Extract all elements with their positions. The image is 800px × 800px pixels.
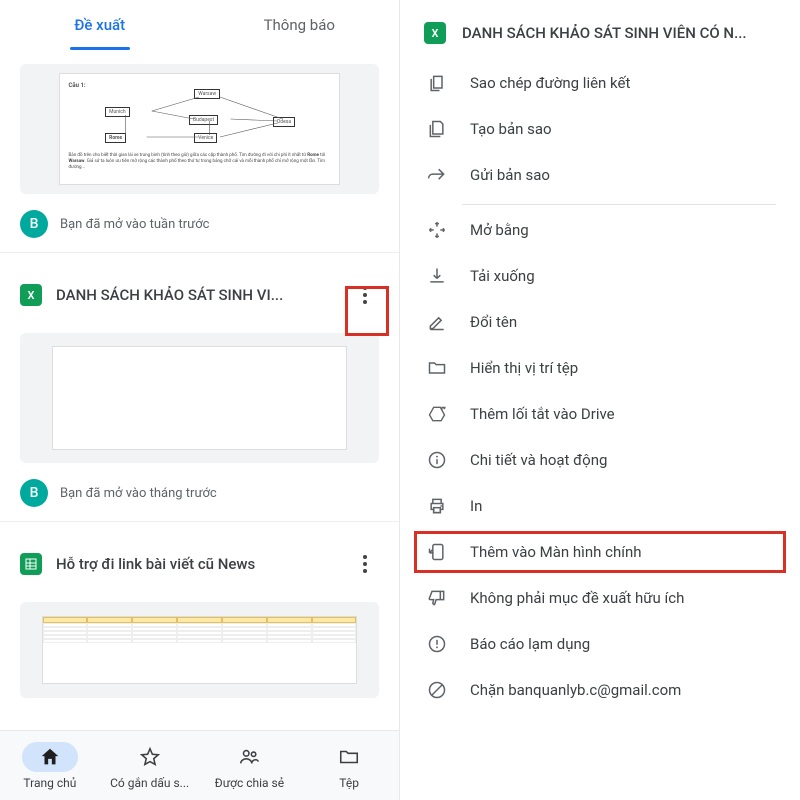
- menu-label: Báo cáo lạm dụng: [470, 635, 590, 653]
- file-meta: Bạn đã mở vào tháng trước: [60, 486, 217, 501]
- pencil-icon: [426, 311, 448, 333]
- left-panel: Đề xuất Thông báo Câu 1: Warsaw Munich B…: [0, 0, 400, 800]
- menu-label: In: [470, 497, 482, 515]
- menu-label: Không phải mục đề xuất hữu ích: [470, 589, 684, 607]
- excel-icon: X: [20, 284, 42, 306]
- home-icon: [39, 746, 61, 768]
- drive-shortcut-icon: [426, 403, 448, 425]
- file-preview: [20, 333, 379, 463]
- copy-link-icon: [426, 72, 448, 94]
- info-icon: [426, 449, 448, 471]
- tab-suggested[interactable]: Đề xuất: [0, 0, 200, 50]
- file-title: Hỗ trợ đi link bài viết cũ News: [56, 555, 337, 573]
- nav-home[interactable]: Trang chủ: [0, 742, 100, 790]
- folder-icon: [338, 746, 360, 768]
- add-homescreen-icon: [426, 541, 448, 563]
- sheets-icon: [20, 553, 42, 575]
- menu-label: Tạo bản sao: [470, 120, 552, 138]
- avatar: B: [20, 479, 48, 507]
- menu-add-drive-shortcut[interactable]: Thêm lối tắt vào Drive: [400, 391, 800, 437]
- menu-not-helpful[interactable]: Không phải mục đề xuất hữu ích: [400, 575, 800, 621]
- bottom-nav: Trang chủ Có gắn dấu s... Được chia sẻ T…: [0, 730, 399, 800]
- menu-block-user[interactable]: Chặn banquanlyb.c@gmail.com: [400, 667, 800, 713]
- menu-label: Tải xuống: [470, 267, 535, 285]
- file-preview: [20, 602, 379, 698]
- nav-shared[interactable]: Được chia sẻ: [200, 742, 300, 790]
- menu-label: Sao chép đường liên kết: [470, 74, 630, 92]
- menu-label: Thêm lối tắt vào Drive: [470, 405, 615, 423]
- print-icon: [426, 495, 448, 517]
- menu-send-copy[interactable]: Gửi bản sao: [400, 152, 800, 198]
- menu-label: Chặn banquanlyb.c@gmail.com: [470, 681, 681, 699]
- nav-label: Tệp: [339, 776, 359, 790]
- thumb-down-icon: [426, 587, 448, 609]
- top-tabs: Đề xuất Thông báo: [0, 0, 399, 50]
- menu-add-to-homescreen[interactable]: Thêm vào Màn hình chính: [400, 529, 800, 575]
- context-header: X DANH SÁCH KHẢO SÁT SINH VIÊN CÓ N...: [400, 0, 800, 60]
- menu-label: Hiển thị vị trí tệp: [470, 359, 578, 377]
- menu-copy-link[interactable]: Sao chép đường liên kết: [400, 60, 800, 106]
- nav-files[interactable]: Tệp: [299, 742, 399, 790]
- menu-label: Thêm vào Màn hình chính: [470, 543, 642, 561]
- download-icon: [426, 265, 448, 287]
- file-card[interactable]: Hỗ trợ đi link bài viết cũ News: [0, 522, 399, 716]
- menu-open-with[interactable]: Mở bằng: [400, 207, 800, 253]
- menu-show-location[interactable]: Hiển thị vị trí tệp: [400, 345, 800, 391]
- menu-rename[interactable]: Đổi tên: [400, 299, 800, 345]
- file-list: Câu 1: Warsaw Munich Budapest Odesa Rome…: [0, 50, 399, 800]
- nav-label: Có gắn dấu s...: [110, 776, 189, 790]
- menu-details[interactable]: Chi tiết và hoạt động: [400, 437, 800, 483]
- file-meta: Bạn đã mở vào tuần trước: [60, 217, 209, 232]
- file-card[interactable]: X DANH SÁCH KHẢO SÁT SINH VI... B Bạn đã…: [0, 253, 399, 522]
- nav-label: Được chia sẻ: [215, 776, 284, 790]
- menu-report-abuse[interactable]: Báo cáo lạm dụng: [400, 621, 800, 667]
- menu-make-copy[interactable]: Tạo bản sao: [400, 106, 800, 152]
- menu-print[interactable]: In: [400, 483, 800, 529]
- context-title: DANH SÁCH KHẢO SÁT SINH VIÊN CÓ N...: [462, 24, 747, 42]
- file-card[interactable]: Câu 1: Warsaw Munich Budapest Odesa Rome…: [0, 64, 399, 253]
- open-with-icon: [426, 219, 448, 241]
- separator: [462, 204, 776, 205]
- avatar: B: [20, 210, 48, 238]
- forward-icon: [426, 164, 448, 186]
- nav-label: Trang chủ: [23, 776, 76, 790]
- tab-notifications[interactable]: Thông báo: [200, 0, 400, 50]
- menu-label: Chi tiết và hoạt động: [470, 451, 607, 469]
- warning-icon: [426, 633, 448, 655]
- excel-icon: X: [424, 22, 446, 44]
- folder-icon: [426, 357, 448, 379]
- nav-starred[interactable]: Có gắn dấu s...: [100, 742, 200, 790]
- star-icon: [139, 746, 161, 768]
- copy-icon: [426, 118, 448, 140]
- people-icon: [237, 746, 261, 768]
- menu-label: Đổi tên: [470, 313, 517, 331]
- block-icon: [426, 679, 448, 701]
- file-preview: Câu 1: Warsaw Munich Budapest Odesa Rome…: [20, 64, 379, 194]
- file-title: DANH SÁCH KHẢO SÁT SINH VI...: [56, 286, 337, 304]
- context-menu: X DANH SÁCH KHẢO SÁT SINH VIÊN CÓ N... S…: [400, 0, 800, 800]
- more-button[interactable]: [351, 544, 379, 584]
- more-button[interactable]: [351, 275, 379, 315]
- menu-label: Mở bằng: [470, 221, 529, 239]
- menu-download[interactable]: Tải xuống: [400, 253, 800, 299]
- menu-label: Gửi bản sao: [470, 166, 550, 184]
